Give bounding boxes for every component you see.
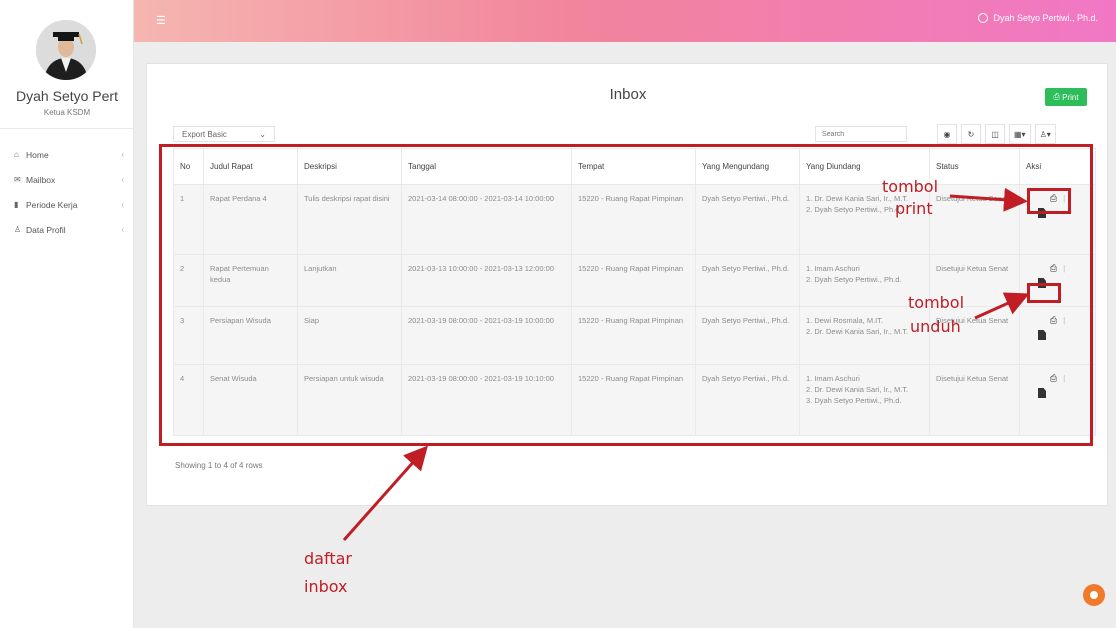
pagination-info: Showing 1 to 4 of 4 rows [175, 461, 263, 470]
sidebar-user-name: Dyah Setyo Pert [16, 88, 118, 104]
annotation-download-line2: unduh [910, 317, 961, 336]
user-menu-label: Dyah Setyo Pertiwi., Ph.d. [993, 13, 1098, 23]
power-icon [978, 13, 989, 23]
page-title: Inbox [609, 86, 647, 103]
chevron-down-icon: ⌄ [259, 129, 266, 139]
chat-fab-button[interactable] [1083, 584, 1105, 606]
toggle-icon[interactable]: ◉ [937, 124, 957, 144]
sidebar-item-label: Mailbox [26, 174, 56, 185]
top-bar: ☰ Dyah Setyo Pertiwi., Ph.d. [134, 0, 1116, 42]
sidebar-item-home[interactable]: ⌂ Home ‹ [0, 142, 134, 167]
sidebar-item-label: Periode Kerja [26, 199, 78, 210]
annotation-inbox-line2: inbox [304, 577, 348, 596]
annotation-download-text: tombol [908, 294, 964, 312]
chevron-left-icon: ‹ [121, 175, 124, 184]
sidebar-item-label: Home [26, 149, 49, 160]
export-select-label: Export Basic [182, 129, 227, 139]
annotation-inbox-text: inbox [304, 578, 348, 596]
annotation-inbox-line1: daftar [304, 549, 352, 568]
chat-icon [1090, 591, 1098, 599]
hamburger-icon[interactable]: ☰ [156, 14, 166, 27]
envelope-icon: ✉ [14, 175, 21, 184]
printer-icon: ⎙ [1053, 92, 1060, 101]
export-user-icon[interactable]: ♙▾ [1034, 124, 1056, 144]
columns-icon[interactable]: ◫ [985, 124, 1005, 144]
annotation-print-line1: tombol [882, 177, 939, 196]
sidebar-item-data-profil[interactable]: ♙ Data Profil ‹ [0, 217, 134, 242]
sidebar-item-mailbox[interactable]: ✉ Mailbox ‹ [0, 167, 134, 192]
home-icon: ⌂ [14, 150, 19, 159]
sidebar-user-role: Ketua KSDM [43, 108, 91, 117]
annotation-print-line2: print [895, 199, 933, 218]
export-select[interactable]: Export Basic ⌄ [173, 126, 275, 142]
sidebar-menu: ⌂ Home ‹ ✉ Mailbox ‹ ▮ Periode Kerja ‹ ♙… [0, 142, 134, 242]
annotation-inbox-text: daftar [304, 550, 352, 568]
bar-chart-icon: ▮ [14, 200, 19, 209]
avatar[interactable] [36, 20, 96, 80]
chevron-left-icon: ‹ [121, 150, 124, 159]
sidebar: Dyah Setyo Pert Ketua KSDM ⌂ Home ‹ ✉ Ma… [0, 0, 134, 628]
chevron-left-icon: ‹ [121, 225, 124, 234]
grid-dropdown-icon[interactable]: ▦▾ [1009, 124, 1031, 144]
table-toolbar: ◉ ↻ ◫ ▦▾ ♙▾ [937, 124, 1056, 144]
annotation-print-text: print [895, 200, 933, 218]
annotation-download-line1: tombol [908, 293, 965, 312]
annotation-print-box [1027, 188, 1071, 214]
user-menu[interactable]: Dyah Setyo Pertiwi., Ph.d. [978, 13, 1098, 23]
annotation-download-box [1027, 283, 1061, 303]
refresh-icon[interactable]: ↻ [961, 124, 981, 144]
sidebar-item-periode-kerja[interactable]: ▮ Periode Kerja ‹ [0, 192, 134, 217]
annotation-download-text: unduh [910, 318, 961, 336]
divider [0, 128, 134, 129]
chevron-left-icon: ‹ [121, 200, 124, 209]
print-button-label: Print [1062, 92, 1079, 102]
annotation-print-text: tombol [882, 178, 938, 196]
print-button[interactable]: ⎙ Print [1045, 88, 1087, 106]
search-input[interactable] [815, 126, 907, 142]
user-icon: ♙ [14, 225, 22, 234]
sidebar-item-label: Data Profil [26, 224, 66, 235]
